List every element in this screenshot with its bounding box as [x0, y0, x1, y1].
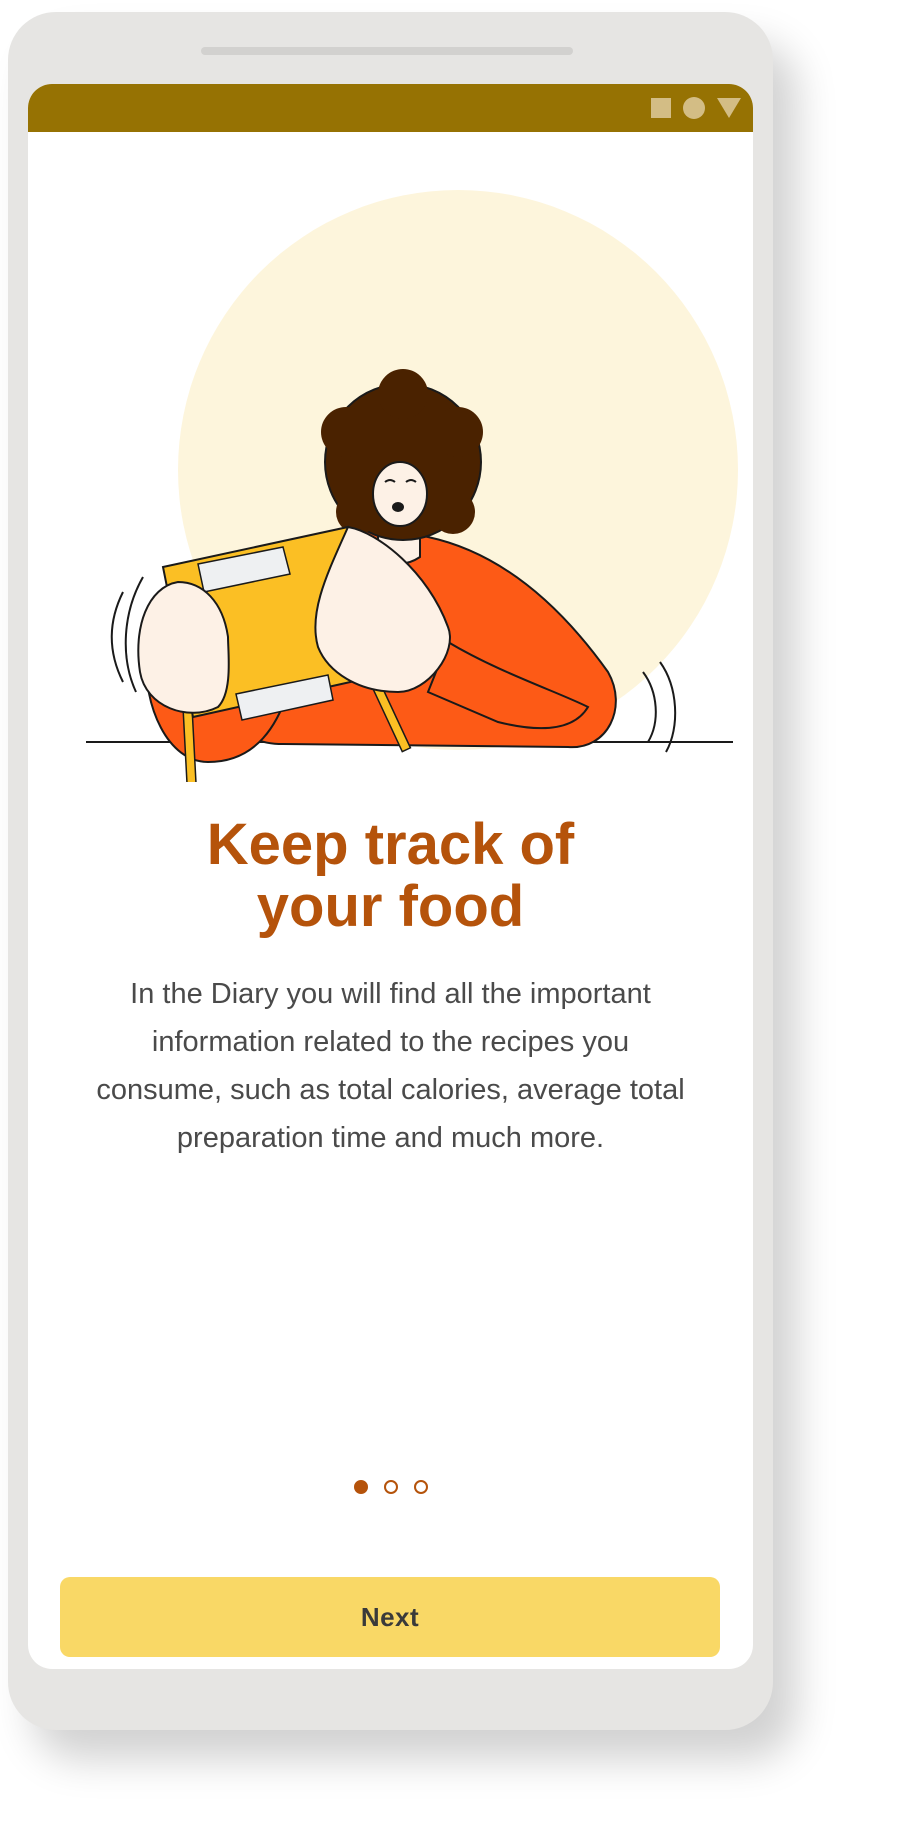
- title-line-2: your food: [256, 874, 525, 939]
- page-dot-2[interactable]: [383, 1480, 398, 1494]
- app-screen: Keep track of your food In the Diary you…: [28, 84, 753, 1669]
- phone-speaker: [201, 47, 573, 55]
- square-icon: [651, 98, 671, 118]
- page-dot-3[interactable]: [413, 1480, 428, 1494]
- page-dot-1[interactable]: [353, 1480, 368, 1494]
- face: [372, 461, 428, 527]
- circle-icon: [683, 97, 705, 119]
- status-bar: [28, 84, 753, 132]
- page-title: Keep track of your food: [28, 814, 753, 938]
- triangle-icon: [717, 98, 741, 118]
- phone-frame: Keep track of your food In the Diary you…: [8, 12, 773, 1730]
- page-indicator: [28, 1480, 753, 1494]
- title-line-1: Keep track of: [206, 812, 575, 877]
- left-hand: [137, 580, 230, 714]
- page-description: In the Diary you will find all the impor…: [96, 978, 685, 1154]
- person-reading-notebook-illustration: [86, 190, 738, 782]
- next-button[interactable]: Next: [60, 1577, 720, 1657]
